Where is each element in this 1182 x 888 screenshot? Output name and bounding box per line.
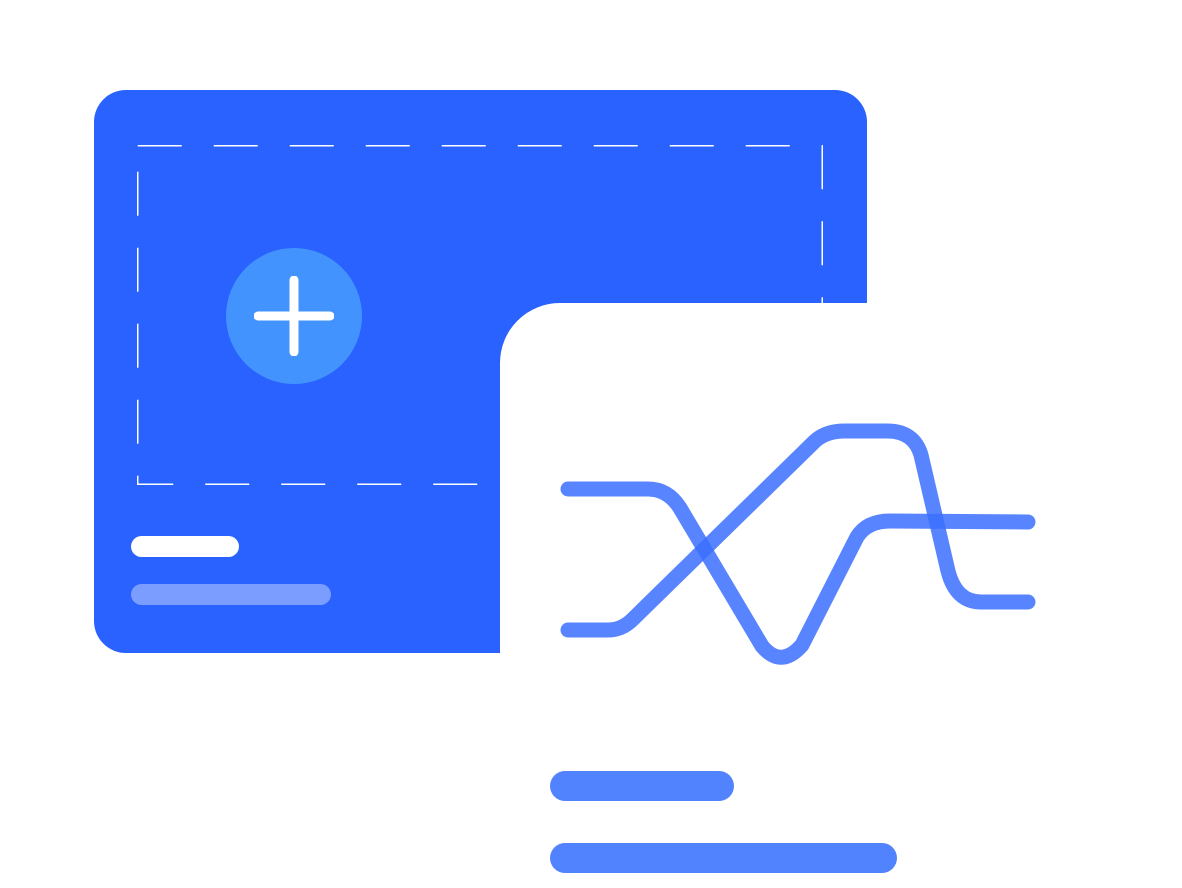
chart-card [500, 303, 1182, 888]
card-title-placeholder [131, 536, 239, 557]
crossing-lines-chart-icon [560, 423, 1036, 665]
chart-subtitle-placeholder [550, 843, 897, 873]
plus-icon [254, 276, 334, 356]
chart-curve-lower [560, 423, 1036, 638]
add-button[interactable] [226, 248, 362, 384]
card-subtitle-placeholder [131, 584, 331, 605]
chart-title-placeholder [550, 771, 734, 801]
chart-curve-upper [560, 481, 1036, 665]
